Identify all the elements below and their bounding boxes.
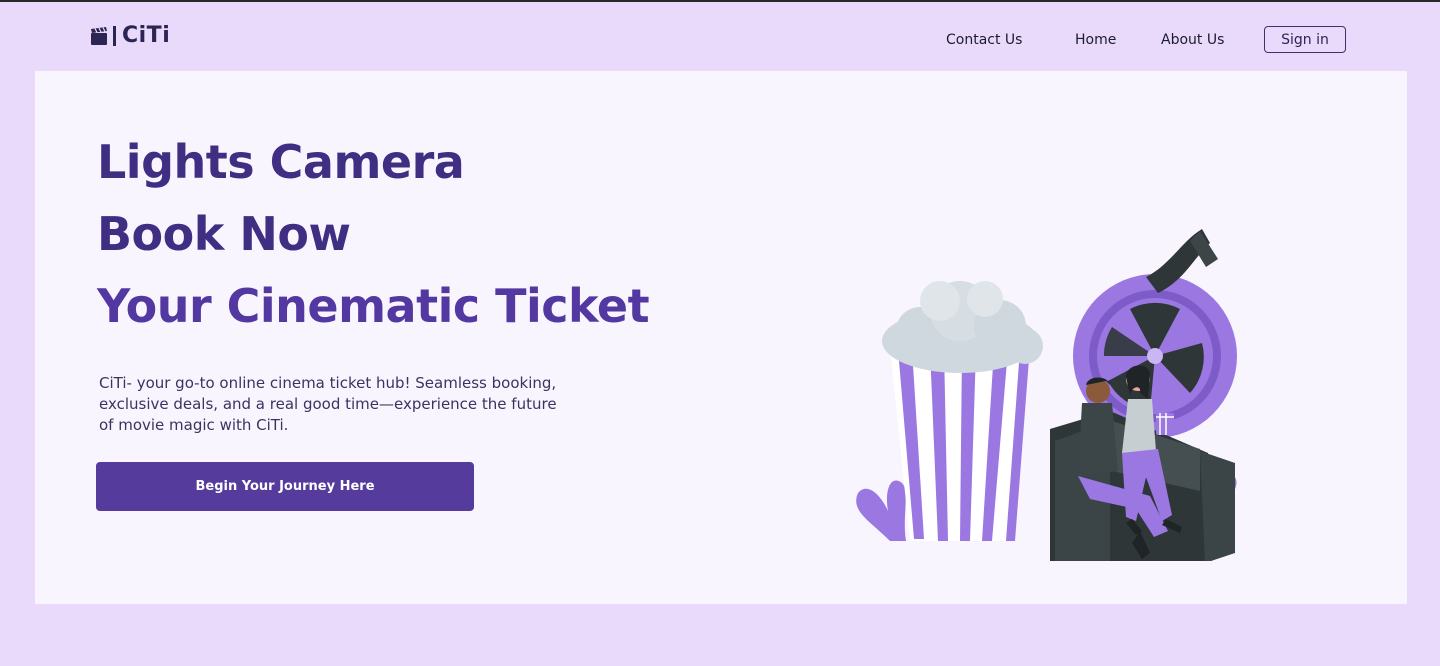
headline-line-1: Lights Camera (97, 135, 465, 189)
cinema-illustration (856, 229, 1237, 561)
hero-description: CiTi- your go-to online cinema ticket hu… (99, 374, 557, 434)
brand-name: CiTi (122, 23, 171, 48)
left-splash (856, 480, 906, 541)
begin-journey-button[interactable]: Begin Your Journey Here (96, 462, 474, 511)
hero-section: Lights Camera Book Now Your Cinematic Ti… (35, 71, 1407, 604)
logo-divider (113, 26, 116, 46)
headline-line-3: Your Cinematic Ticket (97, 279, 650, 333)
navbar: CiTi Contact Us Home About Us Sign in (0, 2, 1440, 71)
nav-contact-us[interactable]: Contact Us (946, 32, 1022, 48)
nav-home[interactable]: Home (1075, 32, 1116, 48)
brand-logo[interactable]: CiTi (90, 23, 171, 48)
popcorn-bucket (882, 281, 1043, 541)
clapperboard-icon (91, 27, 107, 45)
nav-about-us[interactable]: About Us (1161, 32, 1224, 48)
headline-line-2: Book Now (97, 207, 351, 261)
sign-in-button[interactable]: Sign in (1264, 26, 1346, 53)
